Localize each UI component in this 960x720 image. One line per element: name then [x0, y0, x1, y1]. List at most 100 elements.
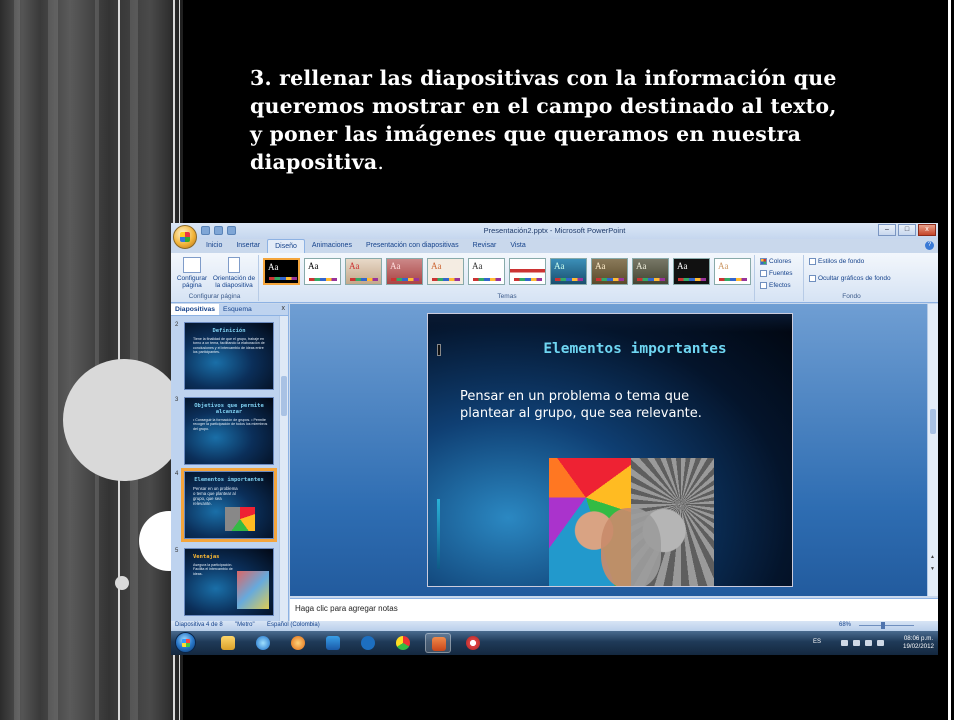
theme-color-bar: [719, 278, 747, 281]
theme-thumbnail[interactable]: Aa: [263, 258, 300, 285]
slide-thumbnail[interactable]: Objetivos que permite alcanzar • Consegu…: [184, 397, 274, 465]
theme-sample-text: Aa: [472, 261, 483, 271]
tab-presentacion[interactable]: Presentación con diapositivas: [359, 239, 466, 253]
slide-thumbnail[interactable]: Ventajas Asegura la participación. Facil…: [184, 548, 274, 616]
colors-label: Colores: [769, 258, 792, 265]
network-icon[interactable]: [865, 640, 872, 646]
save-icon[interactable]: [201, 226, 210, 235]
tab-slides[interactable]: Diapositivas: [171, 304, 220, 315]
internet-explorer-icon: [256, 636, 270, 650]
theme-thumbnail[interactable]: Aa: [673, 258, 710, 285]
hide-background-checkbox[interactable]: Ocultar gráficos de fondo: [809, 275, 891, 282]
slide-thumbnail[interactable]: Definición Tiene la finalidad de que el …: [184, 322, 274, 390]
tab-outline[interactable]: Esquema: [219, 304, 256, 315]
image-face: [601, 508, 661, 586]
explorer-taskbar-icon[interactable]: [215, 633, 241, 653]
theme-thumbnail[interactable]: Aa: [632, 258, 669, 285]
tray-icon[interactable]: [841, 640, 848, 646]
close-button[interactable]: x: [918, 224, 936, 236]
theme-thumbnail[interactable]: Aa: [386, 258, 423, 285]
system-tray: ES 08:06 p.m. 19/02/2012: [811, 631, 938, 655]
scrollbar-thumb[interactable]: [930, 409, 936, 434]
theme-sample-text: Aa: [718, 261, 729, 271]
colors-button[interactable]: Colores: [760, 258, 791, 265]
slide-title[interactable]: Elementos importantes: [428, 341, 792, 357]
chrome-icon: [396, 636, 410, 650]
zoom-slider[interactable]: [859, 622, 914, 629]
slide-body-text[interactable]: Pensar en un problema o tema que plantea…: [460, 388, 720, 422]
tab-diseno[interactable]: Diseño: [267, 239, 305, 253]
tab-animaciones[interactable]: Animaciones: [305, 239, 359, 253]
decorative-circle-large: [63, 359, 185, 481]
language-indicator[interactable]: ES: [813, 639, 821, 645]
theme-thumbnail[interactable]: Aa: [509, 258, 546, 285]
decorative-left-panel: [0, 0, 199, 720]
slide-image-gears-face[interactable]: [549, 458, 714, 586]
decorative-stripe: [95, 0, 99, 720]
start-button[interactable]: [175, 632, 196, 653]
maximize-button[interactable]: □: [898, 224, 916, 236]
hp-icon: [361, 636, 375, 650]
quick-access-toolbar: [201, 226, 236, 235]
background-group: Estilos de fondo Ocultar gráficos de fon…: [805, 255, 898, 301]
tab-insertar[interactable]: Insertar: [229, 239, 267, 253]
office-button[interactable]: [173, 225, 197, 249]
scrollbar-thumb[interactable]: [281, 376, 287, 416]
theme-thumbnail[interactable]: Aa: [550, 258, 587, 285]
orientation-button[interactable]: Orientación de la diapositiva: [211, 257, 257, 289]
chrome-taskbar-icon[interactable]: [390, 633, 416, 653]
search-taskbar-icon[interactable]: [460, 633, 486, 653]
status-bar: Diapositiva 4 de 8 "Metro" Español (Colo…: [171, 621, 938, 631]
fonts-button[interactable]: Fuentes: [760, 270, 793, 277]
undo-icon[interactable]: [214, 226, 223, 235]
tab-revisar[interactable]: Revisar: [466, 239, 504, 253]
notes-pane[interactable]: Haga clic para agregar notas: [290, 598, 938, 621]
help-icon[interactable]: ?: [925, 241, 934, 250]
slide-thumbnail-selected[interactable]: Elementos importantes Pensar en un probl…: [181, 468, 277, 542]
tab-vista[interactable]: Vista: [503, 239, 532, 253]
theme-thumbnail[interactable]: Aa: [714, 258, 751, 285]
hp-taskbar-icon[interactable]: [355, 633, 381, 653]
theme-thumbnail[interactable]: Aa: [304, 258, 341, 285]
page-setup-button[interactable]: Configurar página: [174, 257, 210, 289]
thumbnail-title: Definición: [212, 328, 246, 334]
tab-inicio[interactable]: Inicio: [199, 239, 229, 253]
theme-sample-text: Aa: [636, 261, 647, 271]
effects-button[interactable]: Efectos: [760, 282, 791, 289]
zoom-level[interactable]: 68%: [839, 622, 851, 628]
group-label: Temas: [497, 293, 517, 300]
media-taskbar-icon[interactable]: [320, 633, 346, 653]
current-slide[interactable]: Elementos importantes Pensar en un probl…: [427, 313, 793, 587]
heading-line: 3. rellenar las diapositivas con la info…: [250, 66, 837, 90]
redo-icon[interactable]: [227, 226, 236, 235]
next-slide-icon[interactable]: ▼: [930, 566, 935, 572]
clock[interactable]: 08:06 p.m. 19/02/2012: [903, 635, 934, 651]
slides-pane-scrollbar[interactable]: [279, 316, 288, 621]
theme-thumbnail[interactable]: Aa: [468, 258, 505, 285]
windows-logo-icon: [182, 639, 190, 647]
background-styles-button[interactable]: Estilos de fondo: [809, 258, 864, 265]
zoom-slider-knob[interactable]: [881, 622, 885, 629]
volume-icon[interactable]: [877, 640, 884, 646]
windows-taskbar: ES 08:06 p.m. 19/02/2012: [171, 631, 938, 655]
theme-sample-text: Aa: [268, 262, 279, 272]
ie-taskbar-icon[interactable]: [250, 633, 276, 653]
theme-thumbnail[interactable]: Aa: [591, 258, 628, 285]
background-styles-icon: [809, 258, 816, 265]
powerpoint-taskbar-icon[interactable]: [425, 633, 451, 653]
language-status[interactable]: Español (Colombia): [267, 622, 320, 628]
theme-thumbnail[interactable]: Aa: [427, 258, 464, 285]
notes-placeholder: Haga clic para agregar notas: [295, 604, 398, 613]
flag-icon[interactable]: [853, 640, 860, 646]
slide-canvas: Elementos importantes Pensar en un probl…: [290, 304, 927, 596]
office-logo-icon: [180, 232, 190, 242]
theme-color-bar: [637, 278, 665, 281]
media-player-taskbar-icon[interactable]: [285, 633, 311, 653]
decorative-stripe: [48, 0, 58, 720]
close-icon[interactable]: x: [282, 305, 286, 312]
canvas-scrollbar[interactable]: ▲ ▼: [927, 304, 938, 596]
previous-slide-icon[interactable]: ▲: [930, 554, 935, 560]
theme-thumbnail[interactable]: Aa: [345, 258, 382, 285]
theme-sample-text: Aa: [349, 261, 360, 271]
minimize-button[interactable]: –: [878, 224, 896, 236]
